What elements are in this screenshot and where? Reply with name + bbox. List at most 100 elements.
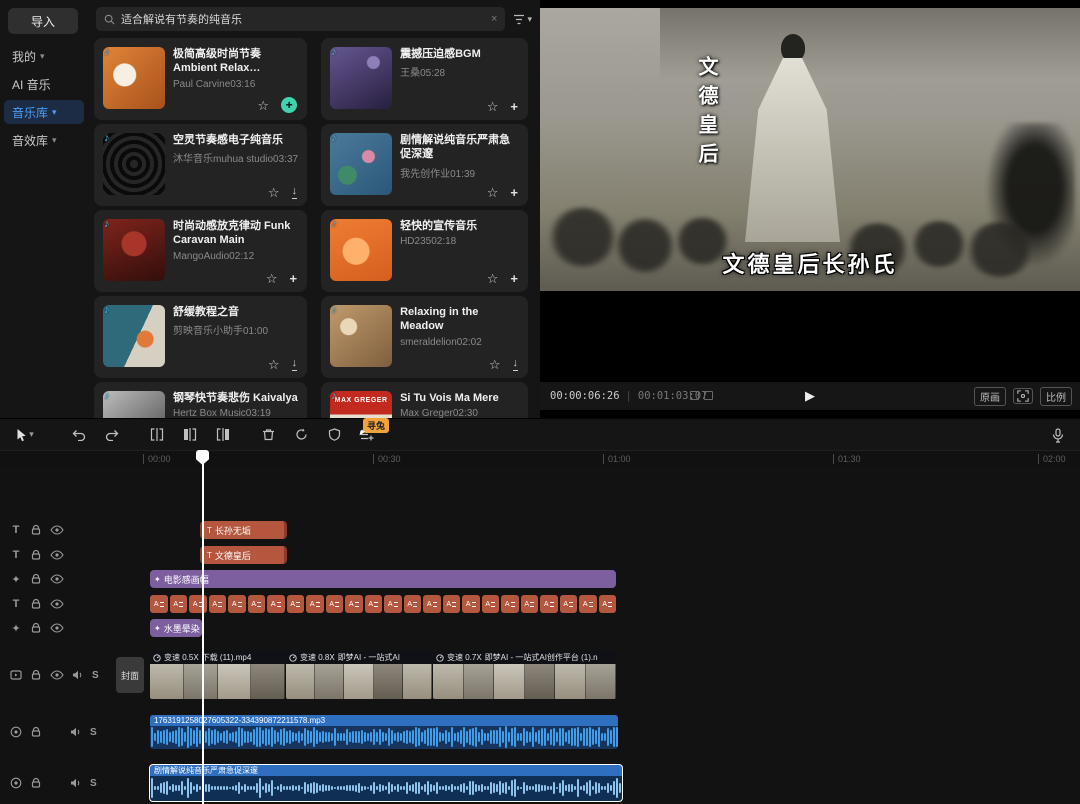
lock-icon[interactable] [30, 524, 42, 536]
subtitle-mini-clip[interactable]: A [326, 595, 344, 613]
subtitle-mini-clip[interactable]: A [287, 595, 305, 613]
xuntu-badge[interactable]: 寻兔 [363, 418, 389, 433]
playhead-line[interactable] [202, 451, 204, 804]
favorite-icon[interactable]: ☆ [266, 272, 278, 285]
favorite-icon[interactable]: ☆ [257, 99, 269, 112]
subtitle-mini-clip[interactable]: A [423, 595, 441, 613]
subtitle-mini-clip[interactable]: A [501, 595, 519, 613]
audio-clip-selected[interactable]: 剧情解说纯音乐严肃急促深邃 [150, 765, 622, 801]
text-clip[interactable]: T 文德皇后 [200, 546, 287, 564]
lock-icon[interactable] [30, 622, 42, 634]
music-card[interactable]: ♪ 剧情解说纯音乐严肃急促深邃 我先创作业01:39 ☆ + [321, 124, 528, 206]
import-button[interactable]: 导入 [8, 8, 78, 34]
sidebar-item-mine[interactable]: 我的 ▾ [4, 44, 84, 68]
add-icon[interactable]: + [289, 272, 297, 285]
add-icon[interactable]: + [510, 272, 518, 285]
lock-icon[interactable] [30, 669, 42, 681]
frame-back-icon[interactable] [690, 391, 699, 400]
subtitle-mini-clip[interactable]: A [267, 595, 285, 613]
subtitle-mini-clip[interactable]: A [365, 595, 383, 613]
subtitle-mini-clip[interactable]: A [443, 595, 461, 613]
record-voiceover-button[interactable] [1046, 424, 1070, 446]
subtitle-mini-clip[interactable]: A [521, 595, 539, 613]
download-icon[interactable]: ↓ [292, 358, 298, 371]
video-clip[interactable]: 变速 0.5X 下载 (11).mp4 [150, 651, 285, 699]
music-card[interactable]: ♪ Relaxing in the Meadow smeraldelion02:… [321, 296, 528, 378]
speaker-icon[interactable] [72, 669, 84, 681]
subtitle-mini-clip[interactable]: A [209, 595, 227, 613]
subtitle-mini-clip[interactable]: A [579, 595, 597, 613]
effect-clip[interactable]: ✦ 电影感画幅 [150, 570, 616, 588]
added-icon[interactable]: + [281, 97, 297, 113]
undo-button[interactable] [67, 424, 91, 446]
visibility-icon[interactable] [50, 670, 64, 680]
music-card[interactable]: ♪ 舒缓教程之音 剪映音乐小助手01:00 ☆ ↓ [94, 296, 307, 378]
select-tool-button[interactable]: ▾ [8, 424, 42, 446]
subtitle-mini-clip[interactable]: A [540, 595, 558, 613]
download-icon[interactable]: ↓ [513, 358, 519, 371]
preset-list-button[interactable]: 寻兔 [355, 424, 379, 446]
frame-forward-icon[interactable] [704, 391, 713, 400]
favorite-icon[interactable]: ☆ [268, 358, 280, 371]
favorite-icon[interactable]: ☆ [268, 186, 280, 199]
visibility-icon[interactable] [50, 623, 64, 633]
sidebar-item-music-library[interactable]: 音乐库 ▾ [4, 100, 84, 124]
visibility-icon[interactable] [50, 525, 64, 535]
visibility-icon[interactable] [50, 599, 64, 609]
audio-clip[interactable]: 1763191258027605322-334390872211578.mp3 [150, 715, 618, 749]
subtitle-mini-clip[interactable]: A [462, 595, 480, 613]
text-clip[interactable]: T 长孙无垢 [200, 521, 287, 539]
speaker-icon[interactable] [70, 726, 82, 738]
music-card[interactable]: ♪ 轻快的宣传音乐 HD23502:18 ☆ + [321, 210, 528, 292]
solo-button[interactable]: S [92, 670, 99, 681]
cover-button[interactable]: 封面 [116, 657, 144, 693]
fullscreen-focus-icon[interactable] [1013, 388, 1033, 404]
original-quality-button[interactable]: 原画 [974, 387, 1006, 406]
subtitle-mini-clip[interactable]: A [345, 595, 363, 613]
trim-left-button[interactable] [178, 424, 202, 446]
subtitle-mini-clip[interactable]: A [150, 595, 168, 613]
visibility-icon[interactable] [50, 550, 64, 560]
subtitle-mini-clip[interactable]: A [248, 595, 266, 613]
subtitle-mini-clip[interactable]: A [482, 595, 500, 613]
subtitle-mini-clip[interactable]: A [560, 595, 578, 613]
search-input[interactable]: 适合解说有节奏的纯音乐 × [96, 7, 505, 31]
delete-button[interactable] [256, 424, 280, 446]
lock-icon[interactable] [30, 573, 42, 585]
video-clip[interactable]: 变速 0.7X 即梦AI - 一站式AI创作平台 (1).n [433, 651, 616, 699]
rotate-button[interactable] [289, 424, 313, 446]
visibility-icon[interactable] [50, 574, 64, 584]
solo-button[interactable]: S [90, 778, 97, 789]
filter-button[interactable]: ▾ [513, 14, 532, 25]
play-button[interactable]: ▶ [805, 382, 815, 410]
lock-icon[interactable] [30, 549, 42, 561]
subtitle-mini-clip[interactable]: A [189, 595, 207, 613]
video-viewport[interactable]: 文德皇后 文德皇后长孙氏 [540, 8, 1080, 291]
subtitle-mini-clip[interactable]: A [306, 595, 324, 613]
sidebar-item-ai-music[interactable]: AI 音乐 [4, 72, 84, 96]
add-icon[interactable]: + [510, 186, 518, 199]
favorite-icon[interactable]: ☆ [487, 186, 499, 199]
music-card[interactable]: ♪ MAX GREGER Si Tu Vois Ma Mere Max Greg… [321, 382, 528, 418]
music-card[interactable]: ♪ 时尚动感放克律动 Funk Caravan Main MangoAudio0… [94, 210, 307, 292]
lock-icon[interactable] [30, 726, 42, 738]
music-card[interactable]: ♪ 极简高级时尚节奏 Ambient Relax Background Paul… [94, 38, 307, 120]
subtitle-mini-clip[interactable]: A [404, 595, 422, 613]
trim-right-button[interactable] [211, 424, 235, 446]
solo-button[interactable]: S [90, 727, 97, 738]
lock-icon[interactable] [30, 777, 42, 789]
timeline-ruler[interactable]: 00:00 00:30 01:00 01:30 02:00 [0, 451, 1080, 467]
music-card[interactable]: ♪ 震撼压迫感BGM 王桑05:28 ☆ + [321, 38, 528, 120]
mask-button[interactable] [322, 424, 346, 446]
favorite-icon[interactable]: ☆ [487, 272, 499, 285]
lock-icon[interactable] [30, 598, 42, 610]
subtitle-mini-clip[interactable]: A [599, 595, 617, 613]
clear-search-icon[interactable]: × [491, 13, 497, 25]
speaker-icon[interactable] [70, 777, 82, 789]
subtitle-mini-clip[interactable]: A [170, 595, 188, 613]
redo-button[interactable] [100, 424, 124, 446]
favorite-icon[interactable]: ☆ [487, 100, 499, 113]
add-icon[interactable]: + [510, 100, 518, 113]
music-card[interactable]: ♪ 空灵节奏感电子纯音乐 沐华音乐muhua studio03:37 ☆ ↓ [94, 124, 307, 206]
video-clip[interactable]: 变速 0.8X 即梦AI - 一站式AI [286, 651, 432, 699]
